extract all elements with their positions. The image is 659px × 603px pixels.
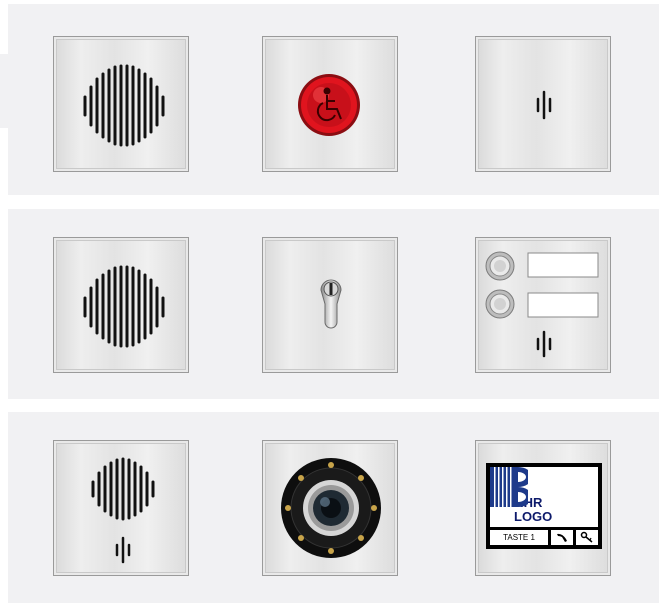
speaker-grille-icon <box>91 457 155 564</box>
bell-button-icon <box>485 289 515 319</box>
door-key-button[interactable] <box>576 530 598 545</box>
speaker-module[interactable] <box>53 36 189 172</box>
bell-panel-module[interactable] <box>475 237 611 373</box>
logo-area: IHR LOGO <box>490 467 598 527</box>
camera-lens-icon <box>281 458 381 558</box>
microphone-icon <box>536 330 552 358</box>
key-switch-module[interactable] <box>262 237 398 373</box>
logo-line-2: LOGO <box>514 509 553 524</box>
wheelchair-icon <box>298 74 360 136</box>
logo-bars-icon <box>490 467 528 507</box>
lock-cylinder-icon <box>320 279 342 329</box>
speaker-module[interactable] <box>53 237 189 373</box>
camera-module[interactable] <box>262 440 398 576</box>
logo-key-row: TASTE 1 <box>490 530 598 545</box>
key-icon <box>580 531 593 543</box>
bell-button-icon <box>485 251 515 281</box>
speaker-microphone-module[interactable] <box>53 440 189 576</box>
microphone-icon <box>115 536 131 564</box>
logo-display-screen: IHR LOGO TASTE 1 <box>486 463 602 549</box>
taste-1-label: TASTE 1 <box>503 533 535 542</box>
speaker-grille-icon <box>83 64 165 147</box>
microphone-module[interactable] <box>475 36 611 172</box>
row-tab-marker <box>0 54 8 128</box>
speaker-grille-icon <box>83 265 165 348</box>
logo-display-module[interactable]: IHR LOGO TASTE 1 <box>475 440 611 576</box>
accessible-call-button-module[interactable] <box>262 36 398 172</box>
microphone-icon <box>536 90 552 120</box>
handset-icon <box>557 533 567 542</box>
handset-key[interactable] <box>551 530 573 545</box>
taste-1-key[interactable]: TASTE 1 <box>490 530 548 545</box>
bell-panel-graphics <box>485 251 599 358</box>
